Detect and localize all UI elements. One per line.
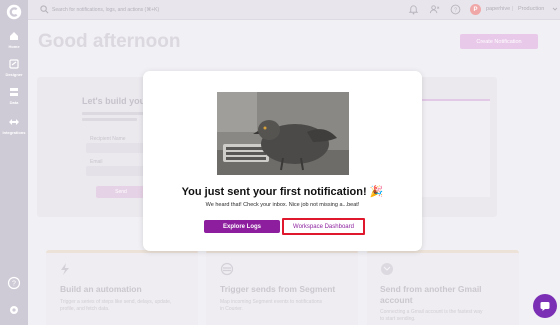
modal-subtitle: We heard that! Check your inbox. Nice jo…: [205, 202, 360, 208]
celebration-image: [217, 92, 349, 175]
modal-title: You just sent your first notification! 🎉: [181, 186, 384, 198]
success-modal: You just sent your first notification! 🎉…: [143, 71, 422, 251]
workspace-dashboard-button[interactable]: Workspace Dashboard: [282, 218, 365, 235]
explore-logs-button[interactable]: Explore Logs: [204, 220, 280, 233]
